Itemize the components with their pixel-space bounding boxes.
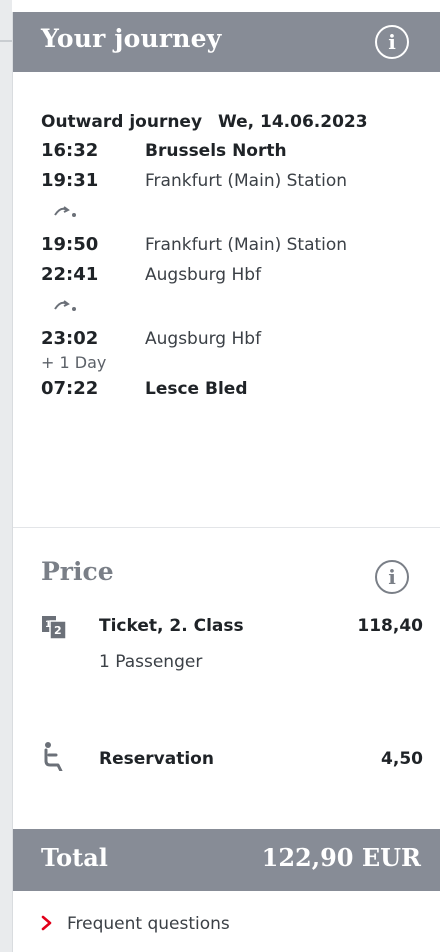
- reservation-amount: 4,50: [381, 749, 423, 769]
- transfer-walk-icon: [54, 206, 76, 217]
- chevron-right-icon: [41, 915, 52, 930]
- ticket-label: Ticket, 2. Class: [99, 616, 244, 636]
- svg-text:1: 1: [45, 620, 51, 630]
- price-info-icon[interactable]: i: [375, 560, 409, 594]
- stop-time: 16:32: [41, 140, 99, 161]
- stop-station: Augsburg Hbf: [145, 265, 262, 285]
- stop-time: 19:31: [41, 170, 99, 191]
- total-bar: Total 122,90 EUR: [13, 829, 440, 891]
- ticket-line-item: 1 2 Ticket, 2. Class 118,40 1 Passenger: [41, 616, 423, 676]
- stop-row: 19:31 Frankfurt (Main) Station: [41, 166, 431, 196]
- stop-time: 07:22: [41, 378, 99, 399]
- journey-header: Your journey i: [13, 12, 440, 72]
- stop-row: 22:41 Augsburg Hbf: [41, 260, 431, 290]
- price-title: Price: [41, 557, 114, 586]
- journey-summary-panel: Your journey i Outward journey We, 14.06…: [12, 12, 440, 952]
- transfer-walk-icon: [54, 300, 76, 311]
- outward-journey-row: Outward journey We, 14.06.2023: [41, 108, 431, 136]
- reservation-line-item: Reservation 4,50: [41, 742, 423, 779]
- stop-station: Brussels North: [145, 141, 287, 161]
- section-divider: [13, 527, 440, 528]
- stop-time: 19:50: [41, 234, 99, 255]
- transfer-row: [41, 196, 431, 230]
- stop-row: 23:02 Augsburg Hbf: [41, 324, 431, 354]
- ticket-icon: 1 2: [42, 616, 67, 640]
- page-side-strip: [0, 0, 12, 952]
- frequent-questions-link[interactable]: Frequent questions: [41, 909, 230, 939]
- stop-time: 22:41: [41, 264, 99, 285]
- stop-station: Lesce Bled: [145, 379, 248, 399]
- stop-station: Frankfurt (Main) Station: [145, 171, 348, 191]
- frequent-questions-label: Frequent questions: [67, 914, 230, 934]
- side-strip-divider: [0, 40, 12, 42]
- stop-station: Frankfurt (Main) Station: [145, 235, 348, 255]
- transfer-row: [41, 290, 431, 324]
- journey-date: We, 14.06.2023: [217, 112, 368, 132]
- journey-details: Outward journey We, 14.06.2023 16:32 Bru…: [41, 108, 431, 404]
- total-label: Total: [41, 843, 108, 872]
- stop-row: 07:22 Lesce Bled: [41, 374, 431, 404]
- stop-station: Augsburg Hbf: [145, 329, 262, 349]
- reservation-label: Reservation: [99, 749, 214, 769]
- journey-info-icon[interactable]: i: [375, 25, 409, 59]
- day-offset-label: + 1 Day: [41, 353, 107, 372]
- svg-text:2: 2: [54, 624, 62, 637]
- ticket-amount: 118,40: [357, 616, 423, 636]
- passenger-count: 1 Passenger: [99, 652, 203, 672]
- stop-time: 23:02: [41, 328, 99, 349]
- outward-label: Outward journey: [41, 112, 203, 132]
- total-amount: 122,90 EUR: [261, 843, 421, 872]
- stop-row: 19:50 Frankfurt (Main) Station: [41, 230, 431, 260]
- journey-title: Your journey: [41, 24, 222, 53]
- stop-row: 16:32 Brussels North: [41, 136, 431, 166]
- seat-icon: [44, 742, 63, 771]
